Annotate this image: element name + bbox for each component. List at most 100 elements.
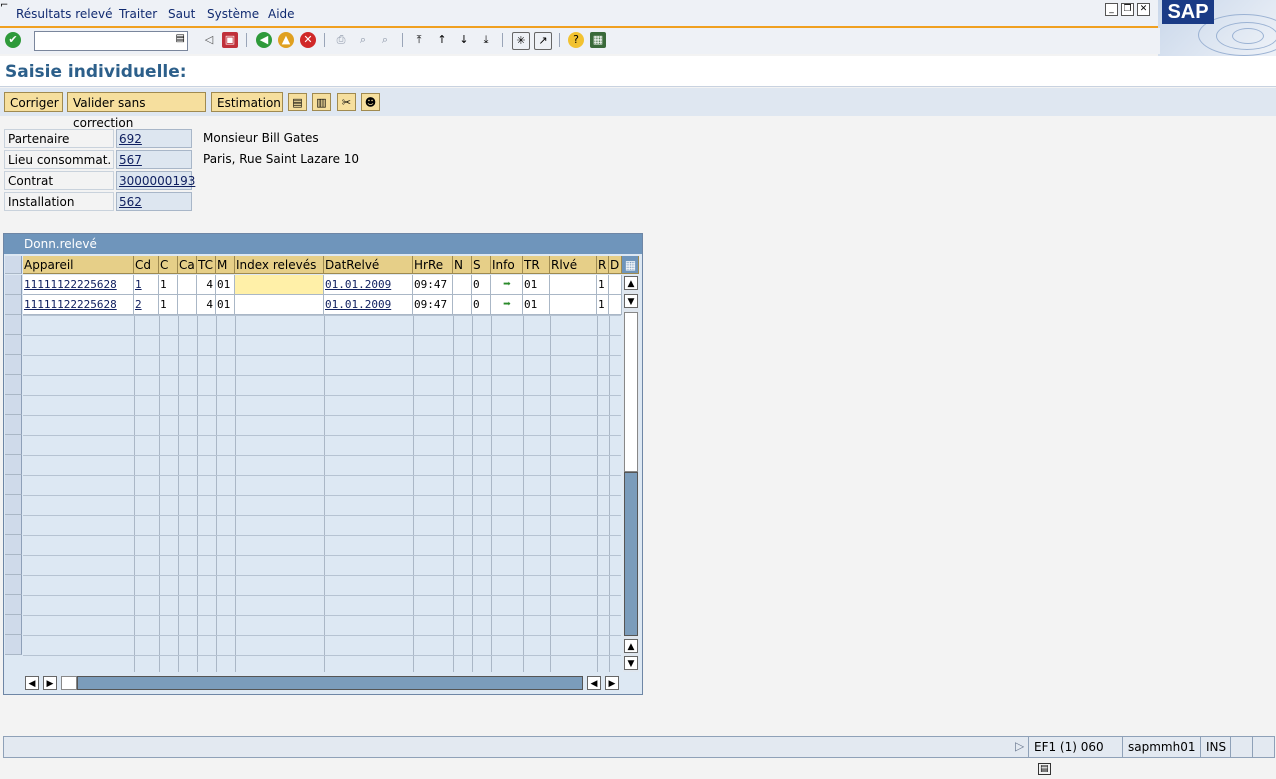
row-selector[interactable]: [5, 335, 22, 355]
cancel-icon[interactable]: ✕: [300, 32, 316, 48]
row-selector[interactable]: [5, 515, 22, 535]
row-selector[interactable]: [5, 595, 22, 615]
enter-check-icon[interactable]: ✔: [5, 32, 21, 48]
close-icon[interactable]: ✕: [1137, 3, 1150, 16]
exit-icon[interactable]: ▲: [278, 32, 294, 48]
col-tc[interactable]: TC: [197, 256, 216, 274]
row-selector[interactable]: [5, 415, 22, 435]
scroll-up-icon[interactable]: ▲: [624, 276, 638, 290]
scroll-left-icon[interactable]: ▶: [43, 676, 57, 690]
valider-sans-correction-button[interactable]: Valider sans correction: [67, 92, 206, 130]
value-partenaire[interactable]: 692: [116, 129, 192, 148]
vertical-scrollbar[interactable]: ▲ ▼ ▲ ▼: [623, 276, 639, 672]
index-input[interactable]: [235, 295, 324, 315]
row-selector[interactable]: [5, 355, 22, 375]
cell-date[interactable]: 01.01.2009: [324, 275, 413, 295]
menu-traiter[interactable]: Traiter: [119, 7, 157, 21]
col-r[interactable]: R: [597, 256, 609, 274]
hscroll-thumb[interactable]: [77, 676, 583, 690]
horizontal-scrollbar[interactable]: ◀ ▶ ◀ ▶: [23, 675, 623, 691]
cell-rlve[interactable]: [550, 295, 597, 315]
value-contrat[interactable]: 3000000193: [116, 171, 195, 190]
col-c[interactable]: C: [159, 256, 178, 274]
menu-saut[interactable]: Saut: [168, 7, 195, 21]
command-field[interactable]: ▤: [34, 31, 188, 51]
cell-appareil[interactable]: 11111122225628: [23, 275, 134, 295]
help-icon[interactable]: ?: [568, 32, 584, 48]
menu-aide[interactable]: Aide: [268, 7, 295, 21]
scroll-right-icon[interactable]: ◀: [587, 676, 601, 690]
info-arrow-icon[interactable]: ➡: [491, 275, 523, 295]
page-up-icon[interactable]: ▲: [624, 639, 638, 653]
col-ca[interactable]: Ca: [178, 256, 197, 274]
col-d[interactable]: D: [609, 256, 622, 274]
row-selector[interactable]: [5, 535, 22, 555]
col-rlve[interactable]: Rlvé: [550, 256, 597, 274]
tools-icon[interactable]: ✂: [337, 93, 356, 111]
select-all-cell[interactable]: [5, 256, 22, 274]
scroll-first-icon[interactable]: ◀: [25, 676, 39, 690]
back-icon[interactable]: ◀: [256, 32, 272, 48]
row-selector[interactable]: [5, 615, 22, 635]
save-icon[interactable]: ▣: [222, 32, 238, 48]
find-next-icon[interactable]: ⌕: [377, 32, 393, 48]
estimation-button[interactable]: Estimation: [211, 92, 283, 112]
row-selector[interactable]: [5, 455, 22, 475]
cell-cd[interactable]: 2: [134, 295, 159, 315]
row-selector[interactable]: [5, 375, 22, 395]
col-datrelve[interactable]: DatRelvé: [324, 256, 413, 274]
find-icon[interactable]: ⌕: [355, 32, 371, 48]
col-info[interactable]: Info: [491, 256, 523, 274]
document-list-icon[interactable]: ▤: [288, 93, 307, 111]
print-icon[interactable]: ⎙: [333, 32, 349, 48]
cell-rlve[interactable]: [550, 275, 597, 295]
info-arrow-icon[interactable]: ➡: [491, 295, 523, 315]
col-m[interactable]: M: [216, 256, 235, 274]
col-appareil[interactable]: Appareil: [23, 256, 134, 274]
first-page-icon[interactable]: ⤒: [411, 32, 427, 48]
restore-icon[interactable]: ❐: [1121, 3, 1134, 16]
person-icon[interactable]: ☻: [361, 93, 380, 111]
back-arrow-small-icon[interactable]: ◁: [201, 32, 217, 48]
last-page-icon[interactable]: ⤓: [478, 32, 494, 48]
cell-cd[interactable]: 1: [134, 275, 159, 295]
page-down-icon[interactable]: ▼: [624, 656, 638, 670]
row-selector[interactable]: [5, 575, 22, 595]
row-selector[interactable]: [5, 395, 22, 415]
row-selector[interactable]: [5, 295, 22, 315]
menu-resultats-releve[interactable]: Résultats relevé: [16, 7, 112, 21]
row-selector[interactable]: [5, 475, 22, 495]
col-tr[interactable]: TR: [523, 256, 550, 274]
menu-systeme[interactable]: Système: [207, 7, 259, 21]
status-mode[interactable]: INS: [1200, 737, 1230, 757]
document-details-icon[interactable]: ▥: [312, 93, 331, 111]
col-hrre[interactable]: HrRe: [413, 256, 453, 274]
new-session-icon[interactable]: ✳: [512, 32, 530, 50]
scroll-track-top[interactable]: [624, 312, 638, 472]
shortcut-icon[interactable]: ↗: [534, 32, 552, 50]
index-input[interactable]: [235, 275, 324, 295]
window-icon[interactable]: ⌐: [0, 0, 8, 11]
table-settings-icon[interactable]: ▦: [622, 256, 639, 274]
status-expand-icon[interactable]: ▷: [1015, 739, 1024, 753]
system-info-icon[interactable]: ▤: [1038, 763, 1051, 775]
minimize-icon[interactable]: _: [1105, 3, 1118, 16]
cell-date[interactable]: 01.01.2009: [324, 295, 413, 315]
value-lieu-consommat[interactable]: 567: [116, 150, 192, 169]
row-selector[interactable]: [5, 635, 22, 655]
scroll-thumb[interactable]: [624, 472, 638, 636]
col-cd[interactable]: Cd: [134, 256, 159, 274]
row-selector[interactable]: [5, 315, 22, 335]
next-page-icon[interactable]: ↓: [456, 32, 472, 48]
command-history-icon[interactable]: ▤: [176, 33, 185, 44]
col-index-releves[interactable]: Index relevés: [235, 256, 324, 274]
cell-appareil[interactable]: 11111122225628: [23, 295, 134, 315]
corriger-button[interactable]: Corriger: [4, 92, 63, 112]
value-installation[interactable]: 562: [116, 192, 192, 211]
col-n[interactable]: N: [453, 256, 472, 274]
scroll-down-icon[interactable]: ▼: [624, 294, 638, 308]
row-selector[interactable]: [5, 275, 22, 295]
layout-menu-icon[interactable]: ▦: [590, 32, 606, 48]
scroll-last-icon[interactable]: ▶: [605, 676, 619, 690]
row-selector[interactable]: [5, 555, 22, 575]
